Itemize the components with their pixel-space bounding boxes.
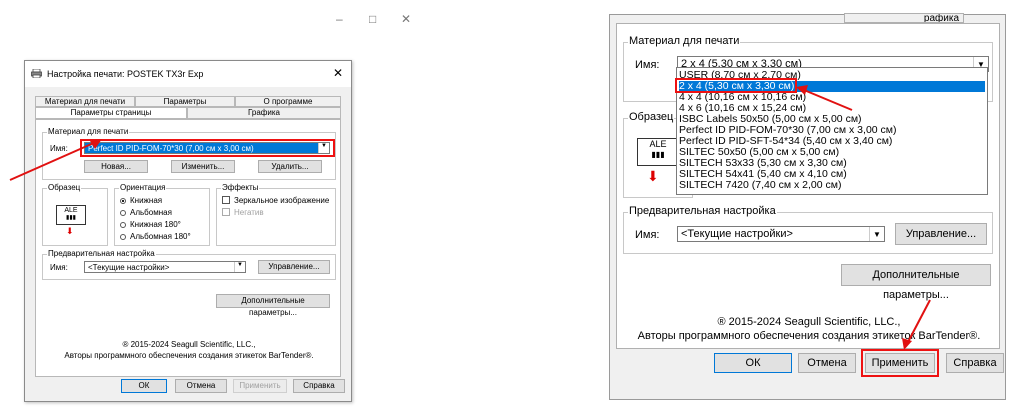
sample-icon-text: ALE: [64, 207, 78, 214]
dropdown-item[interactable]: SILTECH 7420 (7,40 см x 2,00 см): [679, 180, 841, 191]
authors-text: Авторы программного обеспечения создания…: [64, 351, 314, 360]
preset-chevron-down-icon-right[interactable]: ▼: [869, 227, 884, 241]
help-button-right[interactable]: Справка: [946, 353, 1004, 373]
sample-group-caption-right: Образец: [628, 111, 675, 123]
arrow-down-icon-right: ⬇: [647, 168, 659, 184]
apply-button[interactable]: Применить: [233, 379, 287, 393]
preset-select[interactable]: <Текущие настройки> ▼: [84, 261, 246, 273]
edit-material-button[interactable]: Изменить...: [171, 160, 235, 173]
dialog-title: Настройка печати: POSTEK TX3r Exp: [47, 69, 204, 79]
radio-landscape[interactable]: Альбомная: [120, 208, 172, 217]
sample-icon-text-right: ALE: [649, 139, 667, 149]
material-name-label-right: Имя:: [635, 59, 660, 71]
checkbox-negative[interactable]: Негатив: [222, 208, 264, 217]
preset-select-value-right: <Текущие настройки>: [681, 228, 793, 240]
annotation-arrow-left: [9, 139, 102, 181]
close-icon[interactable]: ✕: [401, 12, 411, 26]
tab-graphics[interactable]: Графика: [187, 107, 341, 119]
maximize-icon[interactable]: □: [369, 12, 376, 26]
advanced-parameters-button[interactable]: Дополнительные параметры...: [216, 294, 330, 317]
preset-select-value: <Текущие настройки>: [88, 263, 170, 272]
delete-material-button[interactable]: Удалить...: [258, 160, 322, 173]
preset-name-label-right: Имя:: [635, 229, 660, 241]
minimize-icon[interactable]: –: [336, 12, 343, 26]
checkbox-mirror[interactable]: Зеркальное изображение: [222, 196, 329, 205]
preset-group-caption: Предварительная настройка: [47, 249, 156, 258]
tab-graphics-partial[interactable]: рафика: [844, 13, 964, 23]
sample-label-preview: ALE ▮▮▮: [56, 205, 86, 225]
tab-material[interactable]: Материал для печати: [35, 96, 135, 107]
ok-button-right[interactable]: ОК: [714, 353, 792, 373]
annotation-selected-item-box: [675, 78, 797, 93]
manage-presets-button-right[interactable]: Управление...: [895, 223, 987, 245]
copyright-text-right: ® 2015-2024 Seagull Scientific, LLC.,: [717, 316, 901, 328]
manage-presets-button[interactable]: Управление...: [258, 260, 330, 274]
radio-portrait[interactable]: Книжная: [120, 196, 162, 205]
print-settings-dialog: Настройка печати: POSTEK TX3r Exp ✕ Мате…: [24, 60, 352, 402]
radio-portrait-180[interactable]: Книжная 180°: [120, 220, 181, 229]
annotation-highlight-box: [80, 139, 335, 157]
preset-group-caption-right: Предварительная настройка: [628, 205, 777, 217]
cancel-button[interactable]: Отмена: [175, 379, 227, 393]
cancel-button-right[interactable]: Отмена: [798, 353, 856, 373]
sample-label-preview-right: ALE ▮▮▮: [637, 138, 679, 166]
radio-landscape-180[interactable]: Альбомная 180°: [120, 232, 191, 241]
copyright-text: ® 2015-2024 Seagull Scientific, LLC.,: [122, 340, 256, 349]
preset-name-label: Имя:: [50, 263, 68, 272]
annotation-arrow-dropdown: [796, 85, 853, 111]
dialog-close-icon[interactable]: ✕: [333, 66, 343, 80]
advanced-parameters-button-right[interactable]: Дополнительные параметры...: [841, 264, 991, 301]
title-bar: Настройка печати: POSTEK TX3r Exp ✕: [25, 61, 351, 87]
tab-about[interactable]: О программе: [235, 96, 341, 107]
annotation-arrow-apply: [902, 299, 931, 350]
preset-chevron-down-icon[interactable]: ▼: [234, 262, 245, 272]
preset-select-right[interactable]: <Текущие настройки> ▼: [677, 226, 885, 242]
ok-button[interactable]: ОК: [121, 379, 167, 393]
material-group-caption-right: Материал для печати: [628, 35, 741, 47]
orientation-group-caption: Ориентация: [119, 183, 167, 192]
authors-text-right: Авторы программного обеспечения создания…: [637, 330, 981, 342]
arrow-down-icon: ⬇: [66, 226, 74, 236]
tab-parameters[interactable]: Параметры: [135, 96, 235, 107]
effects-group-caption: Эффекты: [221, 183, 260, 192]
tab-page-setup[interactable]: Параметры страницы: [35, 107, 187, 119]
printer-icon: [31, 69, 42, 78]
help-button[interactable]: Справка: [293, 379, 345, 393]
